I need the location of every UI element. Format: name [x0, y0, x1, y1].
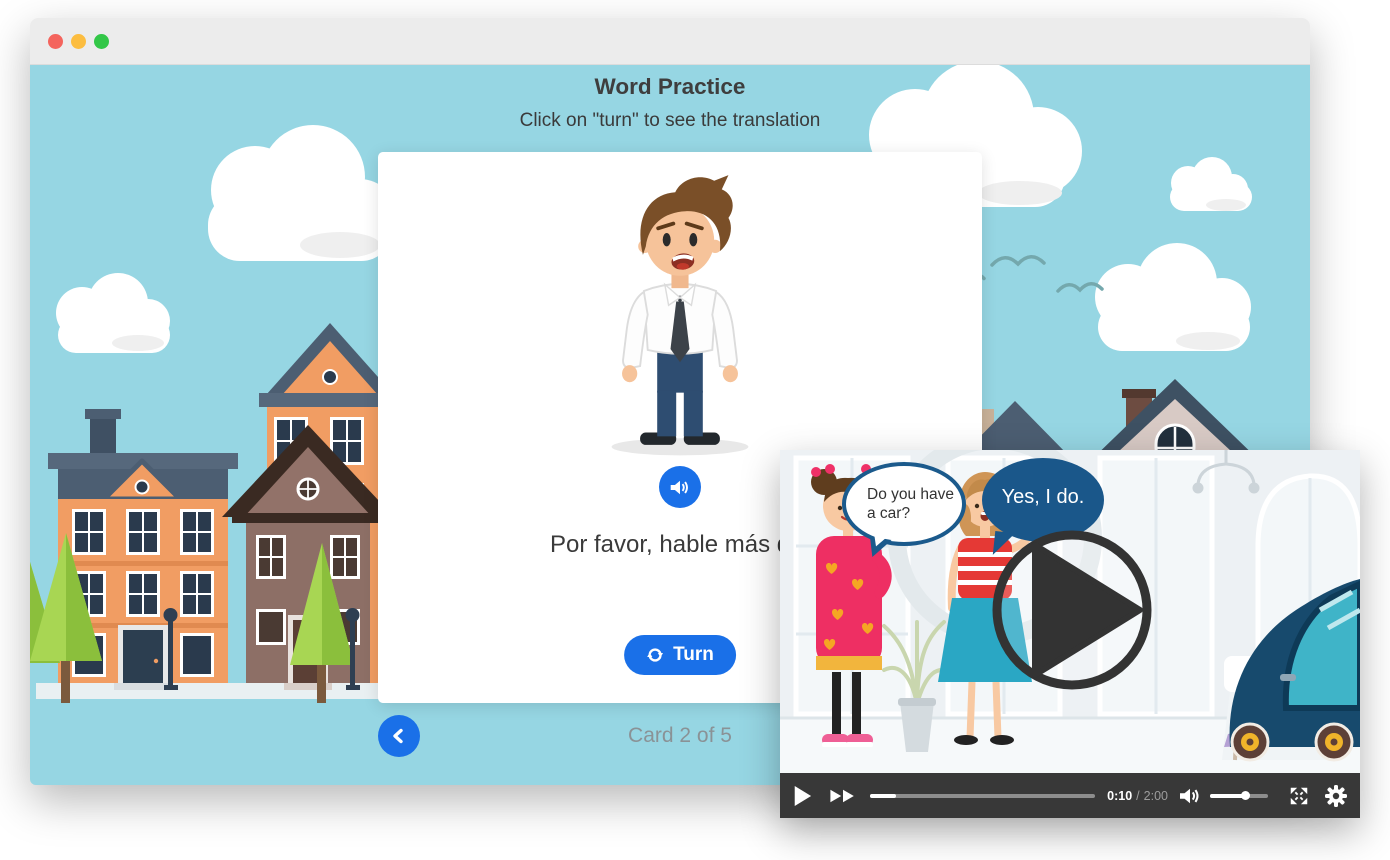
speaker-icon — [669, 478, 691, 497]
page-title: Word Practice — [30, 74, 1310, 100]
volume-icon[interactable] — [1178, 786, 1202, 806]
settings-gear-icon[interactable] — [1324, 784, 1348, 808]
volume-slider[interactable] — [1210, 794, 1268, 798]
card-pagination: Card 2 of 5 — [580, 724, 780, 748]
big-play-button[interactable] — [988, 526, 1156, 694]
fast-forward-icon[interactable] — [828, 787, 858, 805]
window-titlebar — [30, 18, 1310, 65]
zoom-window-button[interactable] — [94, 34, 109, 49]
play-icon[interactable] — [792, 784, 812, 808]
volume-handle[interactable] — [1241, 791, 1250, 800]
birds-icon — [968, 257, 1102, 291]
page-subtitle: Click on "turn" to see the translation — [30, 110, 1310, 132]
speech-bubble-question: Do you have a car? — [842, 462, 966, 546]
previous-card-button[interactable] — [378, 715, 420, 757]
refresh-icon — [646, 646, 664, 664]
video-player: Do you have a car? Yes, I do. 0:10 / 2:00 — [780, 450, 1360, 818]
chevron-left-icon — [390, 727, 408, 745]
fullscreen-icon[interactable] — [1288, 785, 1310, 807]
time-separator: / — [1136, 789, 1139, 803]
audio-speaker-button[interactable] — [659, 466, 701, 508]
cartoon-man-illustration — [585, 158, 775, 462]
time-display: 0:10 / 2:00 — [1107, 789, 1168, 803]
close-window-button[interactable] — [48, 34, 63, 49]
video-control-bar: 0:10 / 2:00 — [780, 773, 1360, 818]
video-scene: Do you have a car? Yes, I do. — [780, 450, 1360, 773]
duration: 2:00 — [1144, 789, 1168, 803]
progress-bar[interactable] — [870, 794, 1095, 798]
current-time: 0:10 — [1107, 789, 1132, 803]
progress-played — [870, 794, 896, 798]
turn-button-label: Turn — [673, 644, 714, 666]
minimize-window-button[interactable] — [71, 34, 86, 49]
turn-button[interactable]: Turn — [624, 635, 736, 675]
